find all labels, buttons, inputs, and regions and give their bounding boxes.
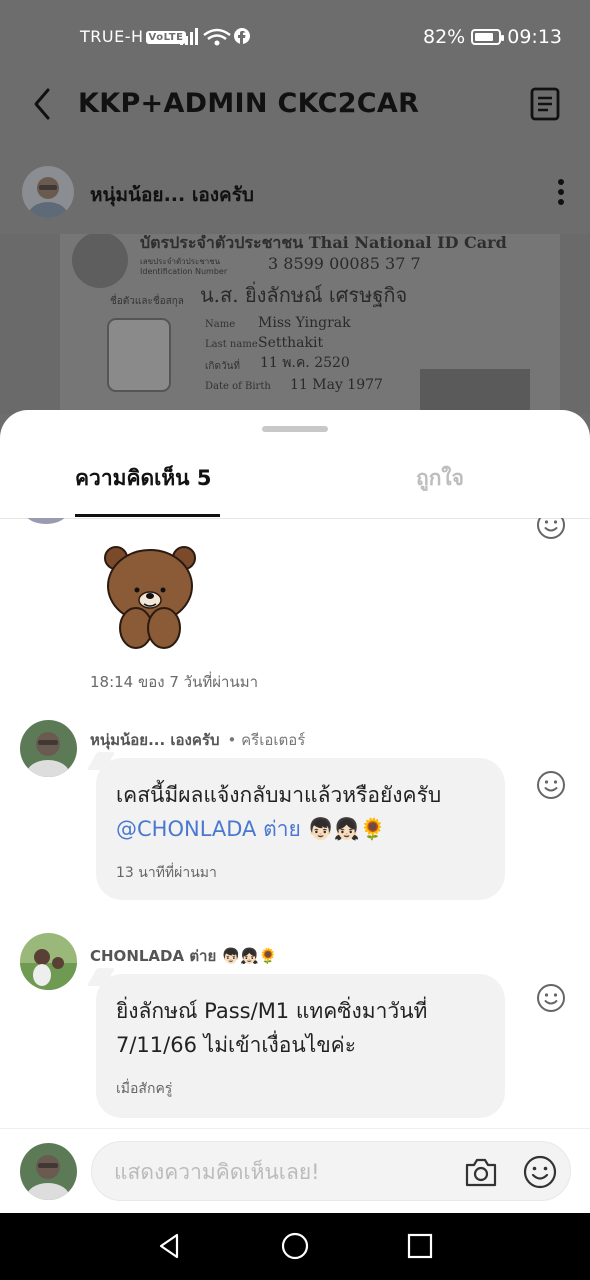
comment-input[interactable]: [112, 1156, 436, 1188]
comment-bubble[interactable]: ยิ่งลักษณ์ Pass/M1 แทคซิ่งมาวันที่ 7/11/…: [96, 974, 505, 1118]
idcard-dob-en-label: Date of Birth: [205, 381, 271, 392]
battery-percent: 82%: [423, 26, 466, 48]
idcard-name-en: Miss Yingrak: [258, 315, 351, 331]
idcard-name-th: น.ส. ยิ่งลักษณ์ เศรษฐกิจ: [200, 281, 407, 307]
nav-recents-icon[interactable]: [405, 1231, 435, 1261]
idcard-id-label-en: Identification Number: [140, 267, 228, 276]
status-bar: TRUE-H VoLTE 82% 09:13: [0, 0, 590, 72]
post-header: หนุ่มน้อย... เองครับ: [0, 160, 590, 224]
mention-link[interactable]: @CHONLADA ต่าย 👦🏻👧🏻🌻: [116, 817, 386, 841]
comments-list[interactable]: 18:14 ของ 7 วันที่ผ่านมา หนุ่มน้อย... เอ…: [0, 518, 590, 1128]
comment-text: ยิ่งลักษณ์ Pass/M1 แทคซิ่งมาวันที่ 7/11/…: [116, 999, 428, 1057]
idcard-heading: บัตรประจำตัวประชาชน Thai National ID Car…: [140, 234, 507, 252]
idcard-name-en-label: Name: [205, 319, 235, 330]
idcard-id-number: 3 8599 00085 37 7: [268, 254, 421, 273]
comment-author-name[interactable]: CHONLADA ต่าย 👦🏻👧🏻🌻: [90, 944, 278, 968]
sheet-tabs: ความคิดเห็น 5 ถูกใจ: [0, 448, 590, 519]
app-bar: KKP+ADMIN CKC2CAR: [0, 72, 590, 138]
carrier-name: TRUE-H: [80, 27, 144, 46]
my-avatar: [20, 1143, 77, 1200]
reaction-icon[interactable]: [536, 770, 566, 800]
tab-likes[interactable]: ถูกใจ: [416, 462, 464, 495]
comment-text: เคสนี้มีผลแจ้งกลับมาแล้วหรือยังครับ @CHON…: [116, 778, 485, 846]
comment-author[interactable]: หนุ่มน้อย... เองครับ • ครีเอเตอร์: [90, 728, 305, 752]
comment-time: เมื่อสักครู่: [116, 1081, 173, 1097]
comment-input-box[interactable]: [91, 1141, 571, 1201]
clock: 09:13: [507, 26, 562, 48]
creator-badge: • ครีเอเตอร์: [227, 731, 306, 749]
comment-avatar-partial: [24, 518, 68, 524]
idcard-name-label: ชื่อตัวและชื่อสกุล: [110, 293, 184, 307]
sheet-drag-handle[interactable]: [262, 426, 328, 432]
camera-icon[interactable]: [464, 1156, 498, 1188]
page-title: KKP+ADMIN CKC2CAR: [78, 88, 420, 119]
idcard-last-label: Last name: [205, 339, 258, 350]
idcard-dob-en: 11 May 1977: [290, 377, 383, 393]
more-options-icon[interactable]: [556, 178, 566, 206]
system-nav-bar: [0, 1213, 590, 1280]
carrier-label: TRUE-H VoLTE: [80, 27, 187, 46]
emoji-icon[interactable]: [522, 1154, 558, 1190]
signal-wifi-icons: [180, 28, 250, 46]
author-avatar[interactable]: [22, 166, 74, 218]
comments-sheet: ความคิดเห็น 5 ถูกใจ 18:14 ของ 7 วันที่ผ่…: [0, 410, 590, 1213]
idcard-dob-th-label: เกิดวันที่: [205, 358, 240, 372]
comment-body: เคสนี้มีผลแจ้งกลับมาแล้วหรือยังครับ: [116, 783, 442, 807]
battery-icon: [471, 29, 505, 45]
idcard-last-en: Setthakit: [258, 335, 323, 351]
back-arrow-icon[interactable]: [28, 86, 58, 122]
nav-home-icon[interactable]: [280, 1231, 310, 1261]
idcard-id-label: เลขประจำตัวประชาชน: [140, 257, 221, 266]
bear-sticker[interactable]: [100, 538, 200, 650]
post-image-id-card[interactable]: บัตรประจำตัวประชาชน Thai National ID Car…: [0, 234, 590, 414]
nav-back-icon[interactable]: [155, 1231, 185, 1261]
comment-avatar[interactable]: [20, 933, 77, 990]
tab-indicator: [75, 514, 220, 517]
comment-time: 18:14 ของ 7 วันที่ผ่านมา: [90, 673, 259, 691]
reaction-icon[interactable]: [536, 518, 566, 540]
notes-icon[interactable]: [528, 86, 562, 122]
comment-time: 13 นาทีที่ผ่านมา: [116, 865, 217, 881]
reaction-icon[interactable]: [536, 983, 566, 1013]
comment-bubble[interactable]: เคสนี้มีผลแจ้งกลับมาแล้วหรือยังครับ @CHON…: [96, 758, 505, 900]
tab-comments[interactable]: ความคิดเห็น 5: [75, 462, 211, 495]
status-right: 82% 09:13: [423, 26, 562, 48]
comment-avatar[interactable]: [20, 720, 77, 777]
comment-composer: [0, 1128, 590, 1213]
idcard-dob-th: 11 พ.ค. 2520: [260, 355, 350, 371]
comment-author-name: หนุ่มน้อย... เองครับ: [90, 731, 220, 749]
post-author-name[interactable]: หนุ่มน้อย... เองครับ: [90, 180, 254, 210]
